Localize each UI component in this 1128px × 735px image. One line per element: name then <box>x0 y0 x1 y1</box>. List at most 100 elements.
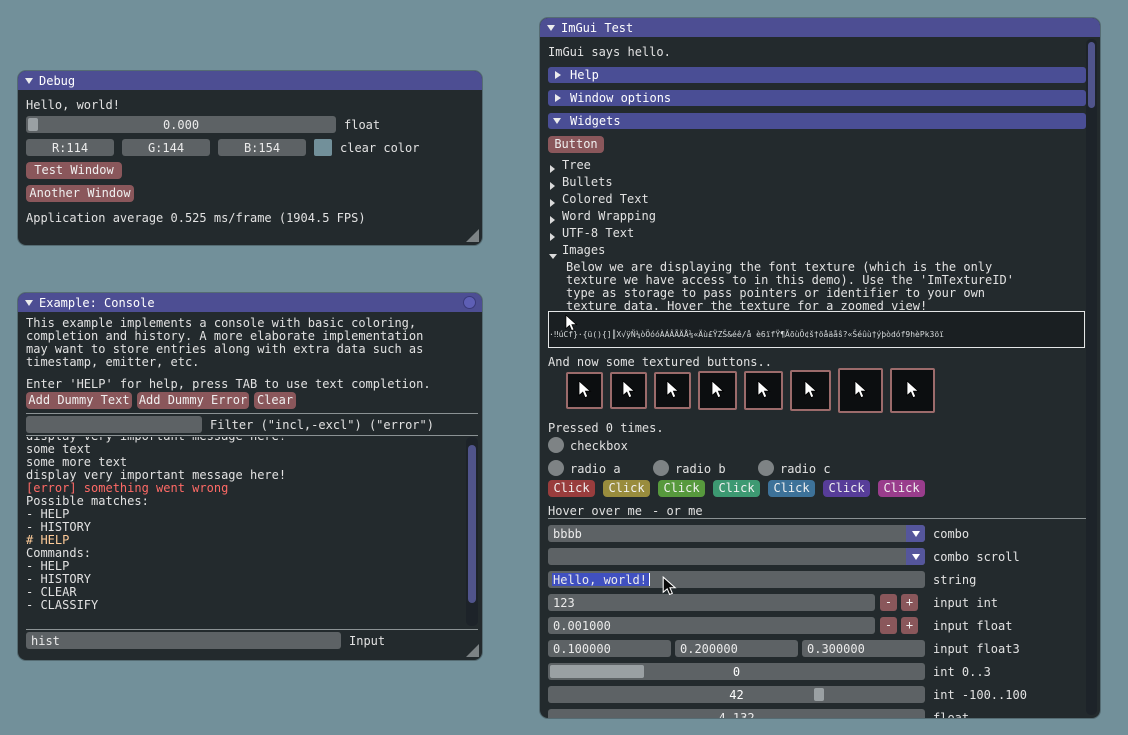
or-me-text[interactable]: - or me <box>652 504 703 518</box>
tree-node-label[interactable]: Images <box>562 243 605 257</box>
image-button[interactable] <box>698 371 737 410</box>
window-title: Debug <box>39 74 75 88</box>
float-slider-clipped[interactable]: 4.132 <box>548 709 925 718</box>
tree-node-bullets[interactable] <box>550 179 555 193</box>
combo-arrow-button[interactable] <box>906 548 925 565</box>
combo-box[interactable]: bbbb <box>548 525 925 542</box>
hover-over-me-text[interactable]: Hover over me <box>548 504 642 518</box>
hello-text: ImGui says hello. <box>548 45 671 59</box>
console-log: display very important message here! som… <box>26 437 462 626</box>
increment-button[interactable]: + <box>901 594 918 611</box>
click-button-3[interactable]: Click <box>658 480 705 497</box>
image-button[interactable] <box>654 372 691 409</box>
decrement-button[interactable]: - <box>880 594 897 611</box>
tree-node-colored-text[interactable] <box>550 196 555 210</box>
test-window-button[interactable]: Test Window <box>26 162 122 179</box>
float-slider[interactable]: 0.000 <box>26 116 336 133</box>
tree-node-label[interactable]: Bullets <box>562 175 613 189</box>
image-button[interactable] <box>890 368 935 413</box>
int-slider[interactable]: 0 <box>548 663 925 680</box>
color-g-value: G:144 <box>122 141 210 155</box>
close-icon[interactable] <box>463 296 476 309</box>
cursor-glyph-icon <box>757 380 771 400</box>
clear-button[interactable]: Clear <box>254 392 296 409</box>
tree-node-label[interactable]: UTF-8 Text <box>562 226 634 240</box>
button-widget[interactable]: Button <box>548 136 604 153</box>
log-scrollbar-grab[interactable] <box>468 445 476 603</box>
collapse-arrow-icon[interactable] <box>25 300 33 306</box>
debug-titlebar[interactable]: Debug <box>18 71 482 90</box>
cursor-glyph-icon <box>578 380 592 400</box>
tree-node-utf8[interactable] <box>550 230 555 244</box>
tree-node-tree[interactable] <box>550 162 555 176</box>
chevron-down-icon <box>912 531 920 537</box>
radio-c[interactable] <box>758 460 774 476</box>
checkbox[interactable] <box>548 437 564 453</box>
float-input-value: 0.001000 <box>553 619 611 633</box>
header-window-options[interactable]: Window options <box>548 90 1086 106</box>
collapse-arrow-icon[interactable] <box>547 25 555 31</box>
radio-a[interactable] <box>548 460 564 476</box>
int-range-slider[interactable]: 42 <box>548 686 925 703</box>
image-button[interactable] <box>566 372 603 409</box>
combo-scroll-label: combo scroll <box>933 550 1020 564</box>
desktop: Debug Hello, world! 0.000 float R:114 G:… <box>0 0 1128 735</box>
float3-input-y[interactable]: 0.200000 <box>675 640 798 657</box>
radio-c-label[interactable]: radio c <box>780 462 831 476</box>
click-button-7[interactable]: Click <box>878 480 925 497</box>
image-button[interactable] <box>838 368 883 413</box>
image-button[interactable] <box>610 372 647 409</box>
test-titlebar[interactable]: ImGui Test <box>540 18 1100 37</box>
window-scrollbar-grab[interactable] <box>1088 42 1095 108</box>
int-input[interactable]: 123 <box>548 594 875 611</box>
tree-node-label[interactable]: Tree <box>562 158 591 172</box>
clear-color-label: clear color <box>340 141 419 155</box>
command-input-value: hist <box>31 634 60 648</box>
float3-input-x[interactable]: 0.100000 <box>548 640 671 657</box>
combo-arrow-button[interactable] <box>906 525 925 542</box>
resize-grip[interactable] <box>466 644 479 657</box>
collapse-arrow-icon[interactable] <box>25 78 33 84</box>
window-scrollbar[interactable] <box>1086 39 1097 715</box>
tree-node-word-wrapping[interactable] <box>550 213 555 227</box>
header-help[interactable]: Help <box>548 67 1086 83</box>
combo-scroll-box[interactable] <box>548 548 925 565</box>
increment-button[interactable]: + <box>901 617 918 634</box>
radio-a-label[interactable]: radio a <box>570 462 621 476</box>
string-input-label: string <box>933 573 976 587</box>
radio-b-label[interactable]: radio b <box>675 462 726 476</box>
float-input[interactable]: 0.001000 <box>548 617 875 634</box>
command-input-label: Input <box>349 634 385 648</box>
log-scrollbar[interactable] <box>466 437 478 626</box>
tree-node-label[interactable]: Word Wrapping <box>562 209 656 223</box>
click-button-6[interactable]: Click <box>823 480 870 497</box>
add-dummy-text-button[interactable]: Add Dummy Text <box>26 392 132 409</box>
separator <box>26 629 478 630</box>
filter-input[interactable] <box>26 416 202 433</box>
tree-node-images[interactable] <box>549 248 557 262</box>
radio-b[interactable] <box>653 460 669 476</box>
checkbox-label[interactable]: checkbox <box>570 439 628 453</box>
font-texture-image[interactable]: ·‼úCf}·{ü(){]║X√ÿÑ¼òÖóóÀÁÂÃÄÅ⅛«Äù£ŸZŠ&éê… <box>548 311 1085 348</box>
console-titlebar[interactable]: Example: Console <box>18 293 482 312</box>
float3-input-z[interactable]: 0.300000 <box>802 640 925 657</box>
image-button[interactable] <box>790 370 831 411</box>
string-input[interactable]: Hello, world! <box>548 571 925 588</box>
resize-grip[interactable] <box>466 229 479 242</box>
image-button[interactable] <box>744 371 783 410</box>
click-button-5[interactable]: Click <box>768 480 815 497</box>
header-widgets[interactable]: Widgets <box>548 113 1086 129</box>
click-button-4[interactable]: Click <box>713 480 760 497</box>
color-r-field[interactable]: R:114 <box>26 139 114 156</box>
tree-node-label[interactable]: Colored Text <box>562 192 649 206</box>
console-command-input[interactable]: hist <box>26 632 341 649</box>
decrement-button[interactable]: - <box>880 617 897 634</box>
color-g-field[interactable]: G:144 <box>122 139 210 156</box>
color-b-field[interactable]: B:154 <box>218 139 306 156</box>
click-button-2[interactable]: Click <box>603 480 650 497</box>
another-window-button[interactable]: Another Window <box>26 185 134 202</box>
add-dummy-error-button[interactable]: Add Dummy Error <box>137 392 249 409</box>
combo-value: bbbb <box>553 527 582 541</box>
float-input-label: input float <box>933 619 1012 633</box>
click-button-1[interactable]: Click <box>548 480 595 497</box>
